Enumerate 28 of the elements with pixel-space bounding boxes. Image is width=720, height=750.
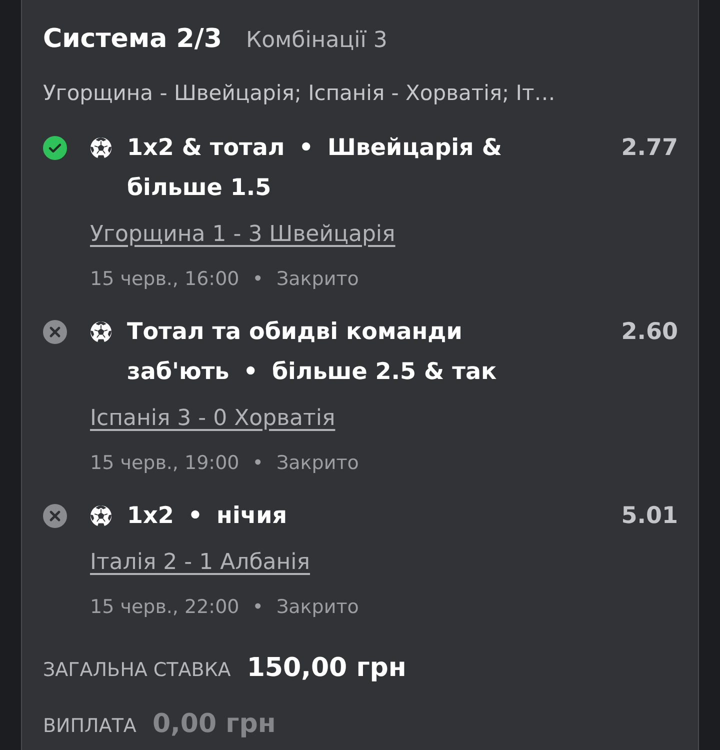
event-status: Закрито: [276, 267, 359, 292]
separator-dot: •: [252, 451, 264, 476]
total-stake-label: ЗАГАЛЬНА СТАВКА: [43, 658, 231, 683]
soccer-ball-icon: [90, 137, 112, 159]
odds-value: 5.01: [621, 502, 678, 531]
soccer-ball-icon: [90, 505, 112, 527]
bet-type-title: Система 2/3: [43, 23, 222, 56]
odds-value: 2.60: [621, 318, 678, 347]
event-time: 15 черв., 16:00: [90, 267, 240, 292]
soccer-ball-icon: [90, 321, 112, 343]
combinations-count: Комбінації 3: [246, 27, 388, 55]
match-result-link[interactable]: Угорщина 1 - 3 Швейцарія: [90, 222, 396, 247]
selection-title: 1x2 & тотал • Швейцарія & більше 1.5: [127, 134, 503, 203]
separator-dot: •: [252, 267, 264, 292]
event-status: Закрито: [276, 595, 359, 620]
payout-label: ВИПЛАТА: [43, 714, 136, 739]
match-result-link[interactable]: Італія 2 - 1 Албанія: [90, 550, 310, 575]
match-result-link[interactable]: Іспанія 3 - 0 Хорватія: [90, 406, 336, 431]
selection-title: 1x2 • нічия: [127, 502, 288, 531]
event-status: Закрито: [276, 451, 359, 476]
odds-value: 2.77: [621, 134, 678, 163]
selection-title: Тотал та обидві команди заб'ють • більше 2.5 & так: [127, 318, 498, 387]
separator-dot: •: [252, 595, 264, 620]
total-stake-value: 150,00 грн: [246, 652, 406, 685]
payout-value: 0,00 грн: [152, 708, 276, 741]
event-time: 15 черв., 22:00: [90, 595, 240, 620]
event-time: 15 черв., 19:00: [90, 451, 240, 476]
events-summary: Угорщина - Швейцарія; Іспанія - Хорватія; Іт…: [43, 80, 556, 107]
